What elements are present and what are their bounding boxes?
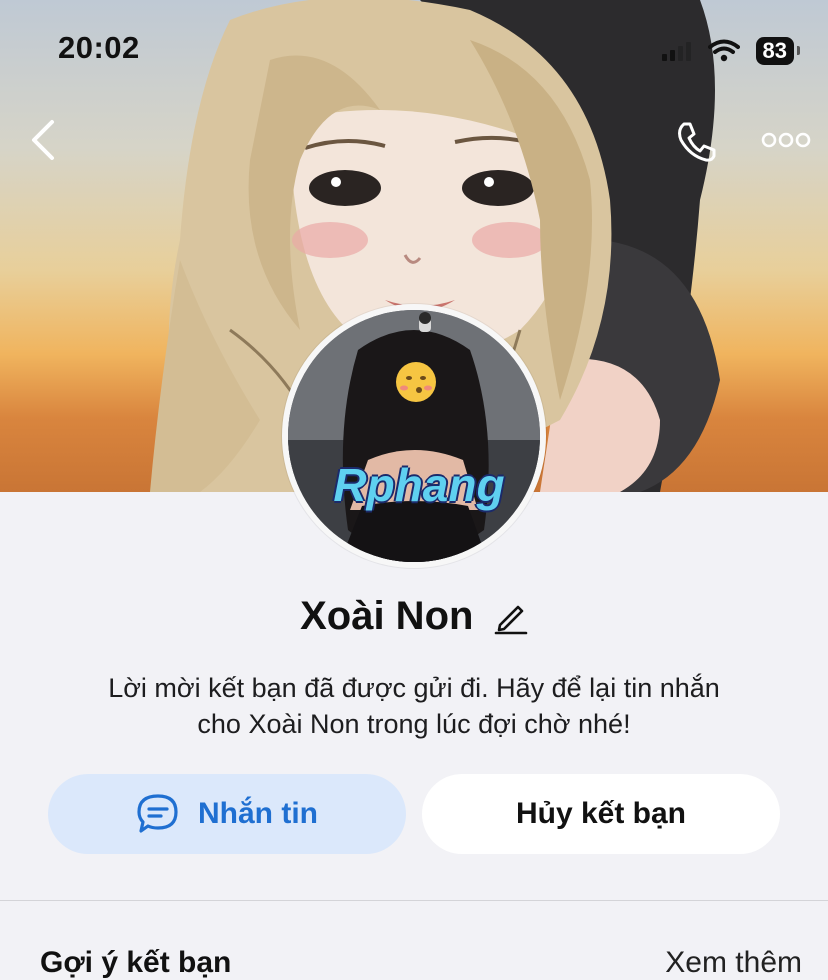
status-icons: 83	[661, 34, 801, 68]
section-divider	[0, 900, 828, 901]
avatar-photo	[288, 310, 540, 562]
see-more-link[interactable]: Xem thêm	[665, 946, 802, 980]
profile-name-row: Xoài Non	[0, 594, 828, 639]
phone-icon[interactable]	[672, 118, 720, 166]
edit-icon[interactable]	[492, 599, 528, 635]
status-time: 20:02	[58, 30, 140, 65]
message-button-label: Nhắn tin	[198, 797, 318, 830]
chat-icon	[137, 794, 178, 833]
message-line-1: Lời mời kết bạn đã được gửi đi. Hãy để l…	[108, 673, 720, 703]
unfriend-button-label: Hủy kết bạn	[515, 797, 687, 830]
unfriend-button[interactable]: Hủy kết bạn	[422, 774, 780, 854]
suggestions-title: Gợi ý kết bạn	[40, 946, 232, 979]
message-button[interactable]: Nhắn tin	[48, 774, 406, 854]
friend-request-message: Lời mời kết bạn đã được gửi đi. Hãy để l…	[40, 670, 788, 742]
watermark-text: Rphang	[333, 459, 505, 511]
profile-name: Xoài Non	[300, 594, 474, 638]
chevron-left-icon[interactable]	[26, 118, 60, 162]
message-line-2: cho Xoài Non trong lúc đợi chờ nhé!	[197, 709, 631, 739]
more-icon[interactable]	[760, 126, 812, 154]
battery-icon: 83	[755, 37, 801, 65]
wifi-icon	[707, 39, 740, 62]
avatar[interactable]	[282, 304, 546, 568]
signal-icon	[661, 42, 691, 61]
